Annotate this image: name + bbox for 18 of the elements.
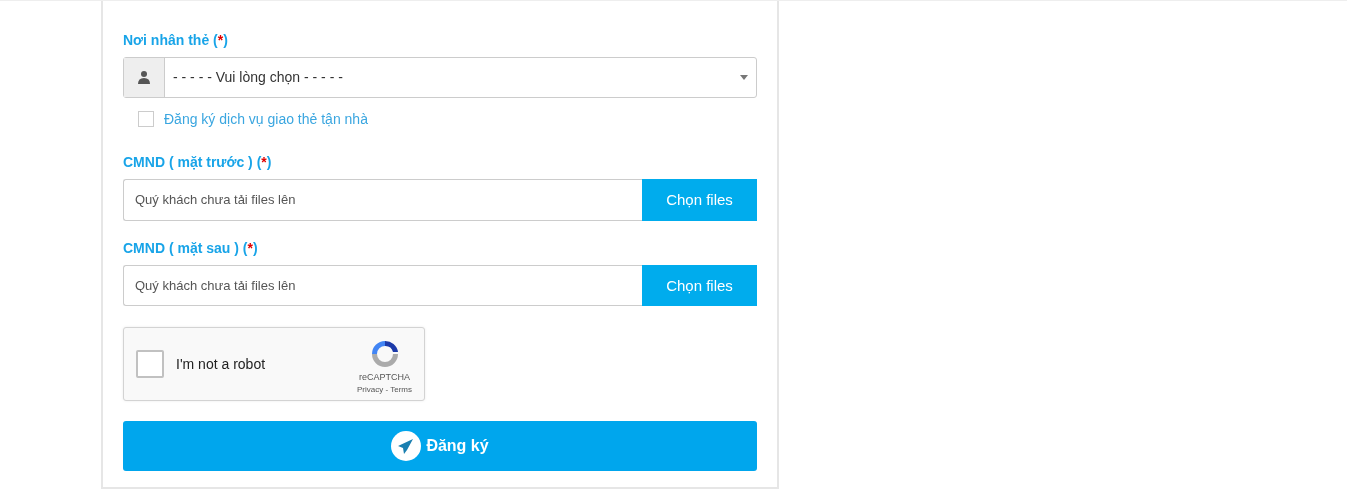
recipient-select[interactable]: - - - - - Vui lòng chọn - - - - -	[123, 57, 757, 98]
field-label: CMND ( mặt sau ) (*)	[123, 238, 259, 257]
captcha-checkbox[interactable]	[136, 350, 164, 379]
paper-plane-icon	[391, 431, 422, 462]
caret-icon	[740, 74, 748, 80]
field-label: Nơi nhân thẻ (*)	[123, 31, 229, 49]
checkbox-label[interactable]: Đăng ký dịch vụ giao thẻ tận nhà	[164, 110, 368, 127]
choose-files-button[interactable]: Chọn files	[642, 178, 757, 221]
captcha-links[interactable]: Privacy - Terms	[357, 385, 412, 395]
field-label: CMND ( mặt trước ) (*)	[123, 152, 273, 171]
checkbox[interactable]	[138, 110, 154, 127]
file-field[interactable]: Quý khách chưa tải files lên	[123, 178, 642, 221]
file-field[interactable]: Quý khách chưa tải files lên	[123, 264, 642, 307]
choose-files-button[interactable]: Chọn files	[642, 264, 757, 307]
register-button[interactable]: Đăng ký	[123, 421, 757, 471]
captcha-label: I'm not a robot	[176, 356, 267, 373]
captcha-brand: reCAPTCHA	[359, 372, 410, 383]
user-icon	[137, 70, 151, 85]
